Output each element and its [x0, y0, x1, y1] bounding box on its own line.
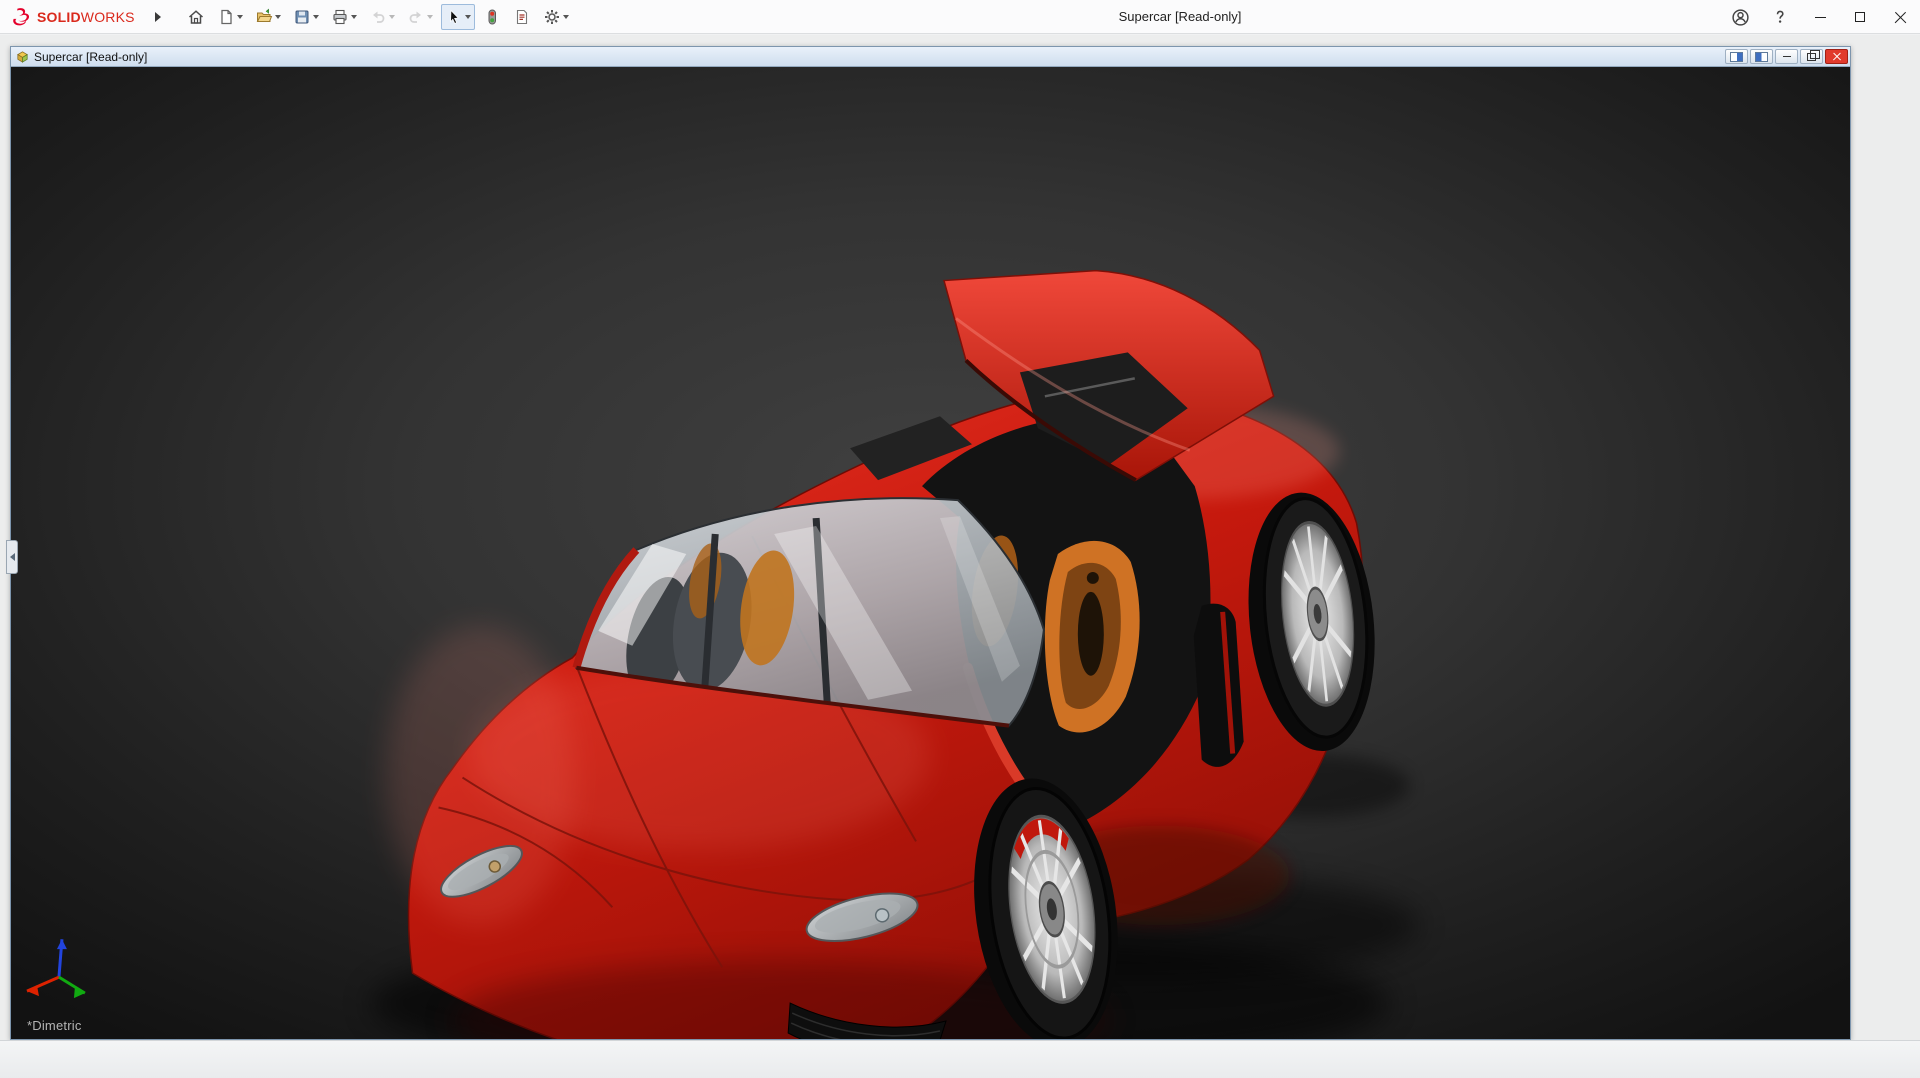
app-titlebar: SOLIDWORKS	[0, 0, 1920, 34]
dropdown-caret-icon[interactable]	[389, 15, 395, 19]
right-chevron-icon	[155, 12, 161, 22]
pane-window-button-1[interactable]	[1725, 49, 1748, 64]
dropdown-caret-icon[interactable]	[237, 15, 243, 19]
dropdown-caret-icon[interactable]	[465, 15, 471, 19]
doc-minimize-button[interactable]	[1775, 49, 1798, 64]
mdi-client-area: Supercar [Read-only]	[0, 35, 1920, 1040]
select-tool-button[interactable]	[441, 4, 475, 30]
new-document-button[interactable]	[213, 4, 247, 30]
document-window: Supercar [Read-only]	[10, 46, 1851, 1040]
close-button[interactable]	[1880, 0, 1920, 34]
dropdown-caret-icon[interactable]	[427, 15, 433, 19]
help-icon	[1771, 8, 1789, 26]
redo-button[interactable]	[403, 4, 437, 30]
doc-restore-button[interactable]	[1800, 49, 1823, 64]
quick-access-toolbar	[183, 4, 573, 30]
dropdown-caret-icon[interactable]	[351, 15, 357, 19]
dassault-mark-icon	[10, 6, 32, 28]
3d-viewport-canvas[interactable]	[11, 67, 1850, 1039]
window-controls	[1720, 0, 1920, 34]
open-folder-icon	[255, 8, 273, 26]
save-icon	[293, 8, 311, 26]
close-icon	[1894, 11, 1907, 24]
left-chevron-icon	[10, 553, 15, 561]
document-window-controls	[1725, 49, 1848, 64]
new-document-icon	[217, 8, 235, 26]
doc-close-button[interactable]	[1825, 49, 1848, 64]
document-title: Supercar [Read-only]	[34, 50, 147, 64]
save-button[interactable]	[289, 4, 323, 30]
select-cursor-icon	[445, 8, 463, 26]
print-icon	[331, 8, 349, 26]
account-button[interactable]	[1720, 0, 1760, 34]
account-icon	[1731, 8, 1750, 27]
undo-icon	[369, 8, 387, 26]
maximize-icon	[1855, 12, 1865, 22]
window-pane-icon	[1730, 52, 1743, 62]
file-properties-icon	[513, 8, 531, 26]
collapsed-panel-tab[interactable]	[6, 540, 18, 574]
help-button[interactable]	[1760, 0, 1800, 34]
solidworks-logo: SOLIDWORKS	[0, 6, 135, 28]
options-button[interactable]	[539, 4, 573, 30]
print-button[interactable]	[327, 4, 361, 30]
redo-icon	[407, 8, 425, 26]
menu-flyout-arrow[interactable]	[151, 8, 165, 26]
maximize-button[interactable]	[1840, 0, 1880, 34]
dropdown-caret-icon[interactable]	[313, 15, 319, 19]
status-bar	[0, 1040, 1920, 1078]
minimize-button[interactable]	[1800, 0, 1840, 34]
file-properties-button[interactable]	[509, 4, 535, 30]
window-pane-icon	[1755, 52, 1768, 62]
restore-icon	[1807, 53, 1816, 61]
solidworks-wordmark: SOLIDWORKS	[37, 9, 135, 25]
minimize-icon	[1815, 17, 1826, 18]
undo-button[interactable]	[365, 4, 399, 30]
pane-window-button-2[interactable]	[1750, 49, 1773, 64]
rebuild-button[interactable]	[479, 4, 505, 30]
dropdown-caret-icon[interactable]	[563, 15, 569, 19]
window-title: Supercar [Read-only]	[1040, 0, 1320, 34]
close-icon	[1832, 52, 1841, 61]
home-button[interactable]	[183, 4, 209, 30]
graphics-viewport[interactable]: *Dimetric	[11, 67, 1850, 1039]
options-gear-icon	[543, 8, 561, 26]
dropdown-caret-icon[interactable]	[275, 15, 281, 19]
document-titlebar[interactable]: Supercar [Read-only]	[11, 47, 1850, 67]
home-icon	[187, 8, 205, 26]
open-button[interactable]	[251, 4, 285, 30]
view-orientation-label: *Dimetric	[27, 1018, 82, 1033]
rebuild-icon	[483, 8, 501, 26]
minimize-icon	[1783, 56, 1791, 57]
solidworks-part-icon	[15, 49, 30, 64]
